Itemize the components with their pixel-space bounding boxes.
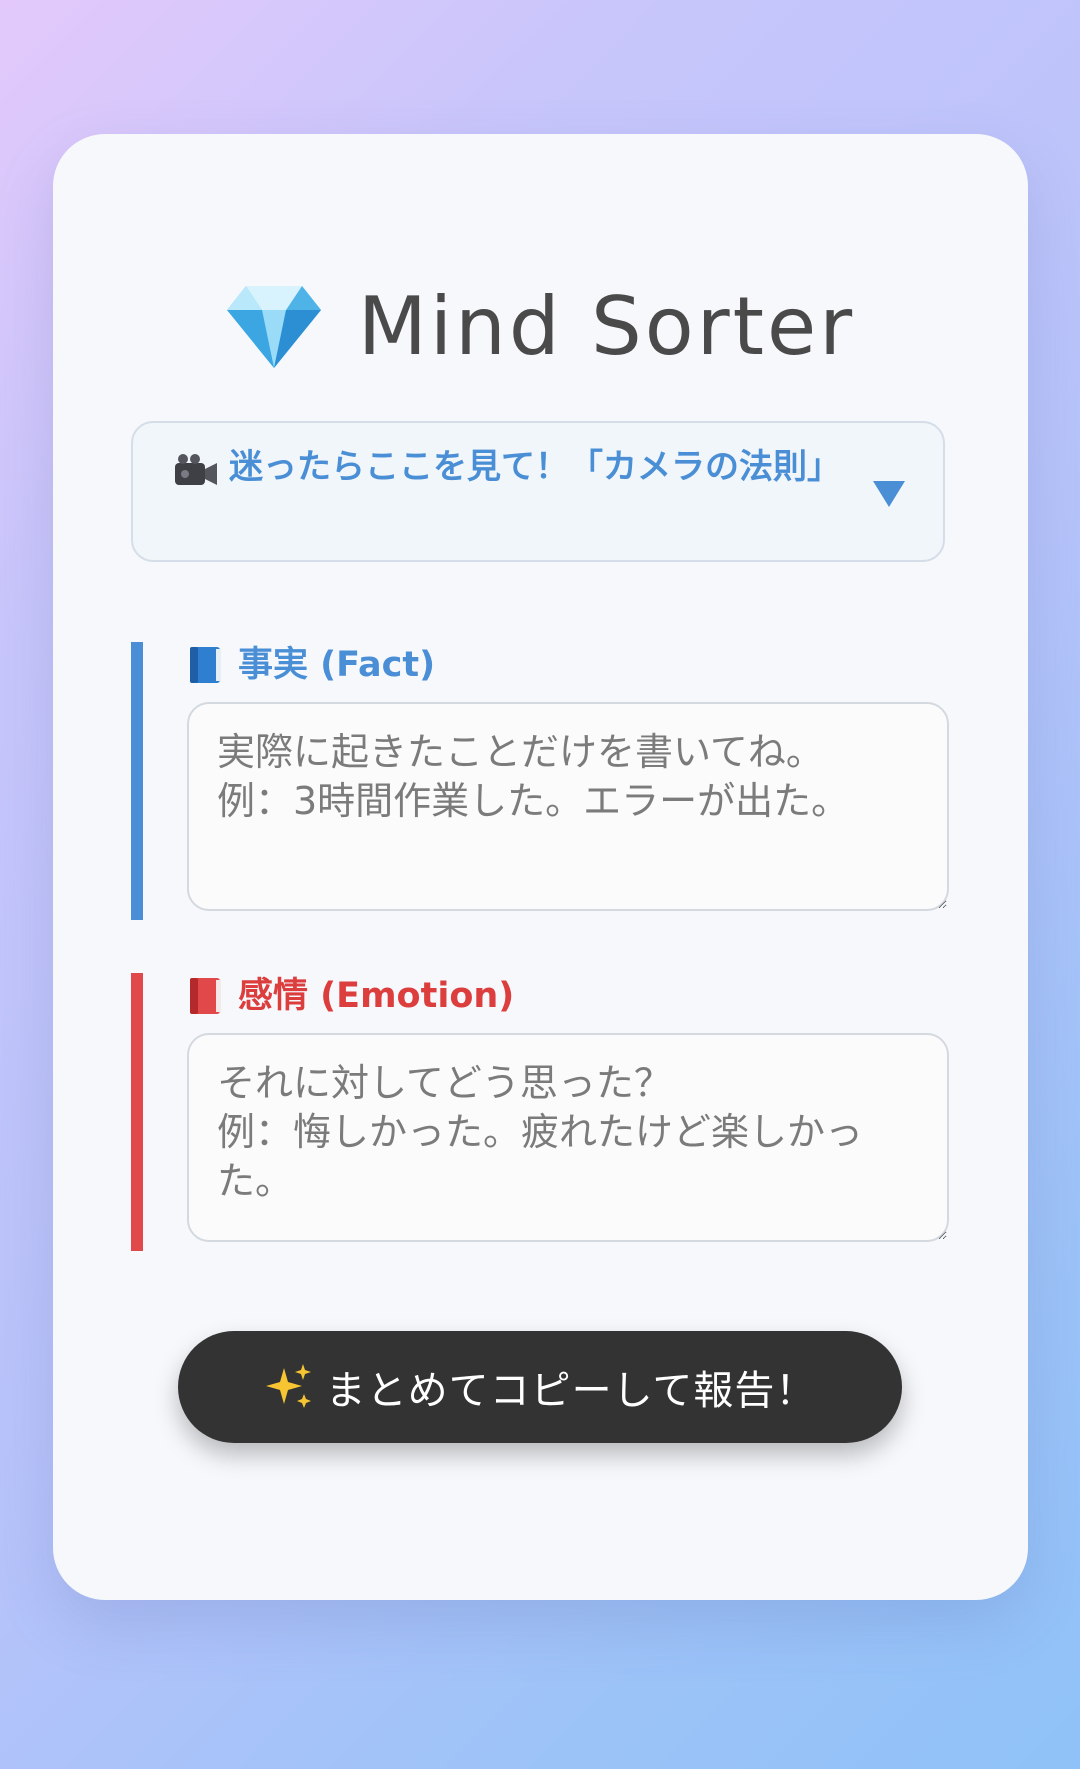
app-title: Mind Sorter — [357, 280, 856, 373]
fact-label-row: 事実 (Fact) — [188, 642, 435, 688]
fact-section: 事実 (Fact) — [131, 642, 949, 920]
gem-icon — [226, 286, 321, 368]
fact-accent-bar — [131, 642, 143, 920]
emotion-label: 感情 (Emotion) — [238, 976, 515, 1016]
fact-input[interactable] — [187, 702, 949, 911]
app-header: Mind Sorter — [53, 272, 1028, 382]
emotion-accent-bar — [131, 973, 143, 1251]
blue-book-icon — [190, 647, 221, 683]
camera-rule-label: 迷ったらここを見て！「カメラの法則」 — [229, 447, 841, 487]
copy-report-button[interactable]: まとめてコピーして報告！ — [178, 1331, 902, 1443]
red-book-icon — [190, 978, 221, 1014]
triangle-down-icon — [873, 481, 905, 507]
copy-report-label: まとめてコピーして報告！ — [325, 1368, 817, 1414]
emotion-label-row: 感情 (Emotion) — [188, 973, 514, 1019]
emotion-input[interactable] — [187, 1033, 949, 1242]
camera-rule-expander[interactable]: 迷ったらここを見て！「カメラの法則」 — [131, 421, 945, 562]
main-card: Mind Sorter 迷ったらここを見て！「カメラの法則」 事実 (Fact) — [53, 134, 1028, 1600]
sparkles-icon — [265, 1364, 311, 1408]
emotion-section: 感情 (Emotion) — [131, 973, 949, 1251]
fact-label: 事実 (Fact) — [238, 645, 436, 685]
